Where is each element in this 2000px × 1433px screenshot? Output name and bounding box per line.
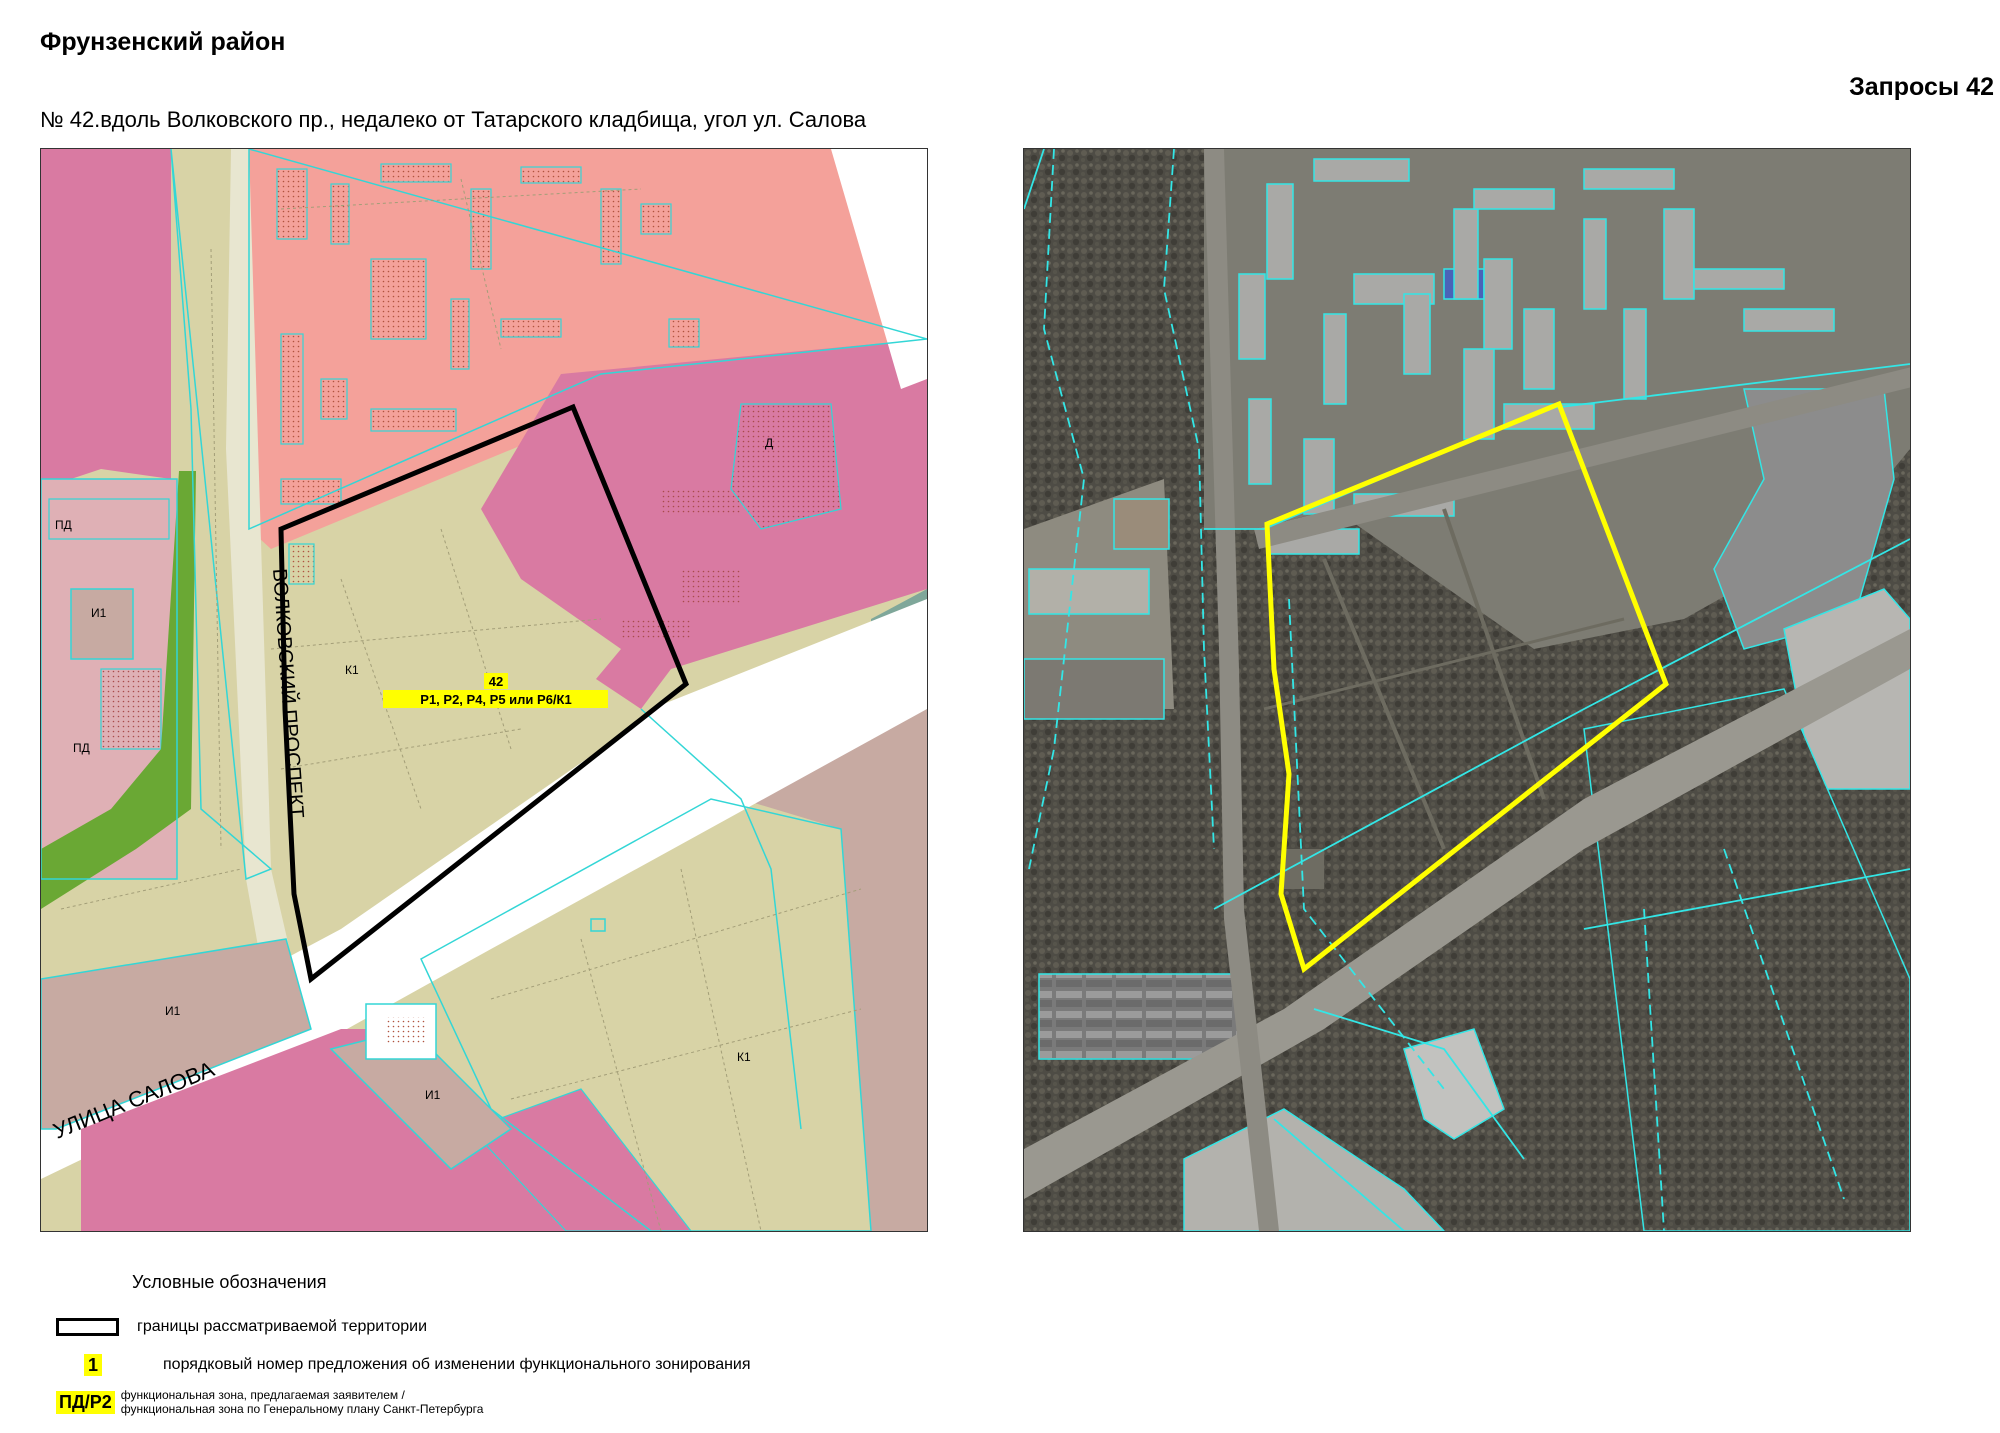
legend-title: Условные обозначения [132,1272,327,1292]
legend-zone-text-line1: функциональная зона, предлагаемая заявит… [120,1388,405,1402]
zone-public-left [41,149,171,489]
district-title: Фрунзенский район [40,28,286,56]
legend-item-number: 1 порядковый номер предложения об измене… [56,1354,751,1376]
zone-label-pd-lower: ПД [73,741,90,755]
legend-zone-text-line2: функциональная зона по Генеральному план… [120,1402,484,1416]
proposal-number: 42 [489,674,503,689]
legend-number-swatch: 1 [84,1354,102,1376]
request-label: Запросы 42 [1849,73,1994,101]
zoning-map-canvas: ПД И1 ПД К1 Д И1 И1 К1 ВОЛКОВСКИЙ ПРОСПЕ… [41,149,927,1231]
zone-label-i1-bottom-mid: И1 [425,1088,441,1102]
site-caption: № 42.вдоль Волковского пр., недалеко от … [40,107,867,132]
legend-boundary-text: границы рассматриваемой территории [137,1318,428,1335]
zone-label-pd-upper: ПД [55,518,72,532]
zoning-map[interactable]: ПД И1 ПД К1 Д И1 И1 К1 ВОЛКОВСКИЙ ПРОСПЕ… [40,148,928,1232]
zone-i1-left-parcel [70,588,134,660]
zone-label-k1-site: К1 [345,663,359,677]
aerial-map-canvas [1024,149,1910,1231]
zone-label-d: Д [765,436,773,450]
proposal-zones: Р1, Р2, Р4, Р5 или Р6/К1 [420,692,571,707]
legend-zone-swatch: ПД/Р2 [56,1390,115,1414]
legend-zone-text: функциональная зона, предлагаемая заявит… [121,1388,541,1416]
zone-label-i1-bottom-left: И1 [165,1004,181,1018]
aerial-map[interactable] [1023,148,1911,1232]
zone-label-k1-lower: К1 [737,1050,751,1064]
legend-item-boundary: границы рассматриваемой территории [56,1318,427,1336]
legend-item-zone: ПД/Р2 функциональная зона, предлагаемая … [56,1388,541,1416]
legend-number-text: порядковый номер предложения об изменени… [163,1356,751,1373]
legend-boundary-swatch [56,1318,119,1336]
zone-label-i1-left: И1 [91,606,107,620]
